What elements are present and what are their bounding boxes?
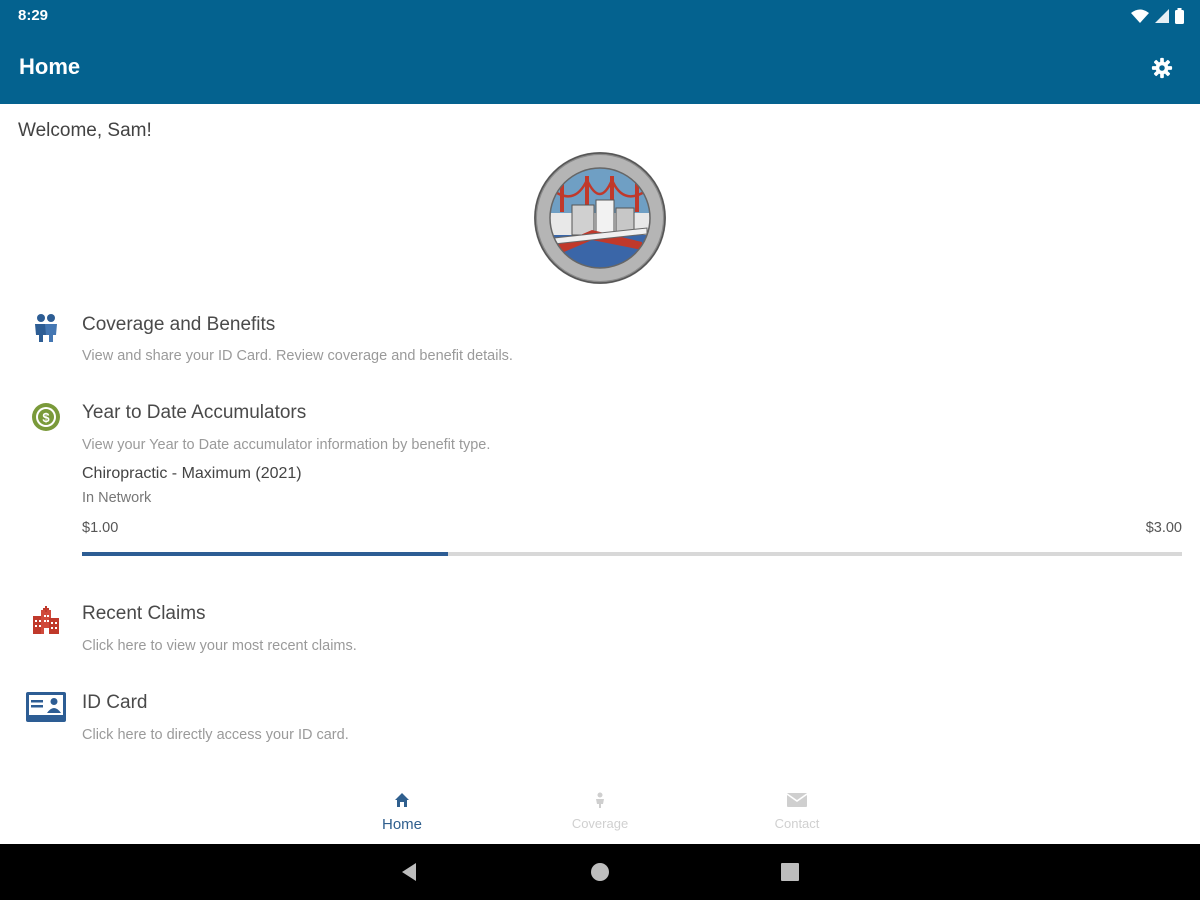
gear-icon — [1151, 57, 1173, 79]
accumulator-benefit-name: Chiropractic - Maximum (2021) — [82, 465, 302, 482]
coverage-icon — [596, 792, 604, 808]
accumulator-max-amount: $3.00 — [1145, 520, 1182, 536]
welcome-message: Welcome, Sam! — [18, 120, 152, 141]
accumulators-title: Year to Date Accumulators — [82, 402, 307, 423]
status-icons — [1131, 6, 1184, 26]
bottom-navigation: Home Coverage Contact — [0, 780, 1200, 844]
accumulator-used-amount: $1.00 — [82, 520, 119, 536]
page-title: Home — [19, 54, 81, 79]
coverage-title: Coverage and Benefits — [82, 314, 276, 335]
svg-text:$: $ — [42, 410, 50, 425]
hospital-building-icon — [26, 604, 66, 636]
organization-seal-logo — [534, 152, 666, 284]
home-circle-icon[interactable] — [588, 860, 612, 884]
app-bar: Home — [0, 32, 1200, 104]
signal-icon — [1155, 9, 1169, 23]
back-icon[interactable] — [398, 860, 422, 884]
nav-home-label: Home — [381, 816, 422, 833]
claims-description: Click here to view your most recent clai… — [82, 638, 357, 654]
coverage-description: View and share your ID Card. Review cove… — [82, 348, 513, 364]
system-navigation-bar — [0, 844, 1200, 900]
settings-button[interactable] — [1148, 54, 1176, 82]
nav-contact[interactable]: Contact — [727, 790, 867, 840]
wifi-icon — [1131, 9, 1149, 23]
nav-home[interactable]: Home — [332, 790, 472, 840]
claims-title: Recent Claims — [82, 603, 206, 624]
battery-icon — [1175, 8, 1184, 24]
id-card-description: Click here to directly access your ID ca… — [82, 727, 349, 743]
accumulator-network: In Network — [82, 490, 152, 506]
home-icon — [395, 793, 409, 807]
family-icon — [26, 312, 66, 344]
accumulator-progress-fill — [82, 552, 449, 556]
status-bar: 8:29 — [0, 0, 1200, 32]
id-card-icon — [26, 691, 66, 723]
id-card-title: ID Card — [82, 692, 148, 713]
accumulators-description: View your Year to Date accumulator infor… — [82, 437, 491, 453]
status-time: 8:29 — [18, 7, 49, 24]
nav-coverage[interactable]: Coverage — [530, 790, 670, 840]
nav-coverage-label: Coverage — [571, 816, 629, 831]
recent-apps-icon[interactable] — [778, 860, 802, 884]
accumulator-progress-bar — [82, 552, 1182, 556]
dollar-coin-icon: $ — [26, 401, 66, 433]
mail-icon — [787, 793, 807, 807]
nav-contact-label: Contact — [774, 816, 820, 831]
